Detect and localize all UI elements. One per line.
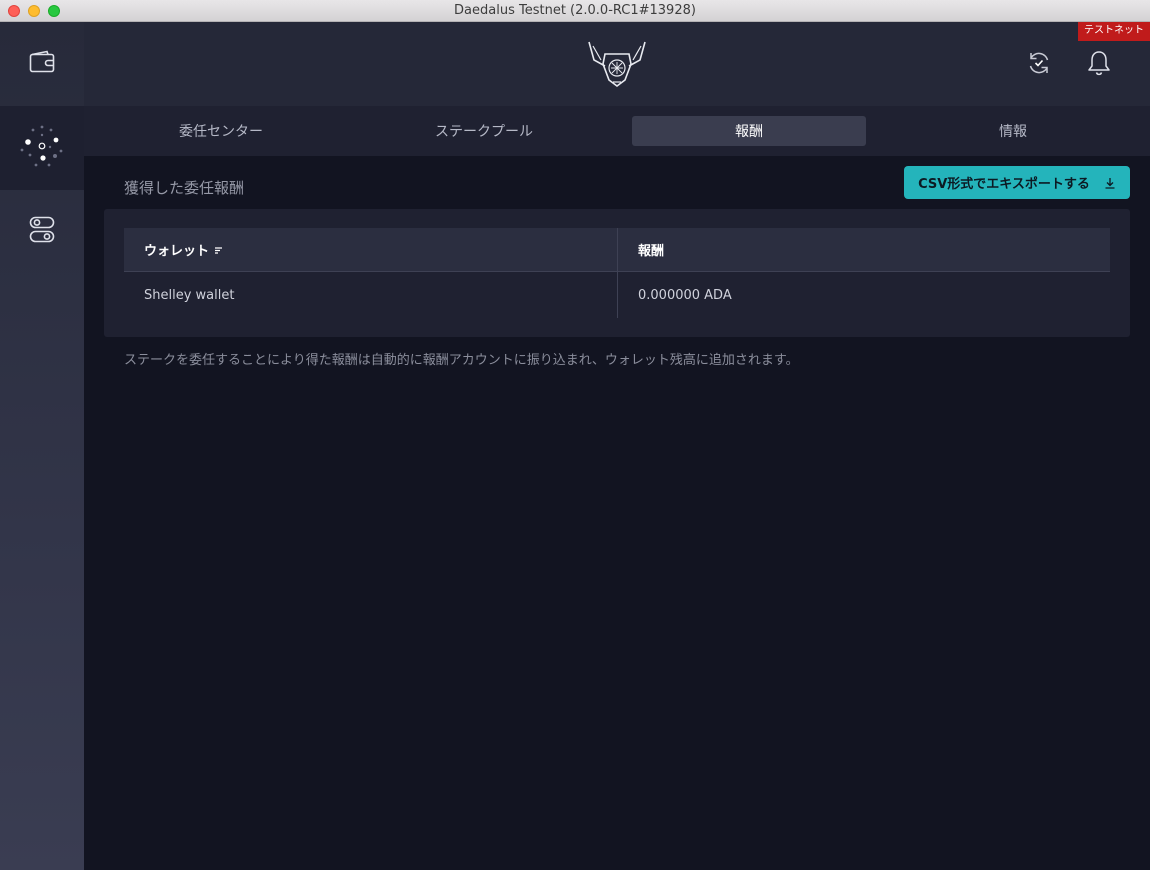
- staking-tabs: 委任センター ステークプール 報酬 情報: [84, 106, 1150, 156]
- window-titlebar: Daedalus Testnet (2.0.0-RC1#13928): [0, 0, 1150, 22]
- table-row: Shelley wallet 0.000000 ADA: [124, 272, 1110, 318]
- table-header: ウォレット 報酬: [124, 228, 1110, 272]
- staking-icon: [17, 121, 67, 175]
- wallet-name-cell: Shelley wallet: [124, 272, 618, 318]
- rewards-note: ステークを委任することにより得た報酬は自動的に報酬アカウントに振り込まれ、ウォレ…: [124, 353, 799, 368]
- rewards-table: ウォレット 報酬 Shelley wallet 0.000000 ADA: [124, 228, 1110, 318]
- tab-stake-pools[interactable]: ステークプール: [367, 116, 601, 146]
- daedalus-logo-icon: [585, 38, 649, 94]
- export-csv-button[interactable]: CSV形式でエキスポートする: [904, 166, 1130, 199]
- tab-delegation-center[interactable]: 委任センター: [104, 116, 338, 146]
- rewards-panel: ウォレット 報酬 Shelley wallet 0.000000 ADA: [104, 209, 1130, 337]
- sidebar-item-wallets[interactable]: [0, 22, 84, 106]
- download-icon: [1104, 177, 1116, 189]
- sidebar: [0, 22, 84, 870]
- reward-amount-cell: 0.000000 ADA: [638, 287, 732, 303]
- testnet-badge: テストネット: [1078, 22, 1150, 41]
- top-bar: テストネット: [84, 22, 1150, 106]
- window-title: Daedalus Testnet (2.0.0-RC1#13928): [454, 3, 696, 18]
- tab-rewards[interactable]: 報酬: [632, 116, 866, 146]
- wallet-icon: [29, 50, 55, 78]
- sidebar-item-staking[interactable]: [0, 106, 84, 190]
- export-csv-label: CSV形式でエキスポートする: [918, 177, 1090, 192]
- column-header-reward[interactable]: 報酬: [618, 228, 1110, 271]
- rewards-title: 獲得した委任報酬: [124, 179, 245, 197]
- sync-status-icon[interactable]: [1026, 50, 1052, 80]
- settings-toggle-icon: [29, 216, 55, 248]
- column-header-wallet-label: ウォレット: [144, 244, 210, 259]
- sort-icon: [214, 246, 223, 254]
- column-header-wallet[interactable]: ウォレット: [124, 228, 618, 271]
- bell-icon[interactable]: [1087, 50, 1111, 80]
- sidebar-item-settings[interactable]: [0, 190, 84, 274]
- tab-info[interactable]: 情報: [896, 116, 1130, 146]
